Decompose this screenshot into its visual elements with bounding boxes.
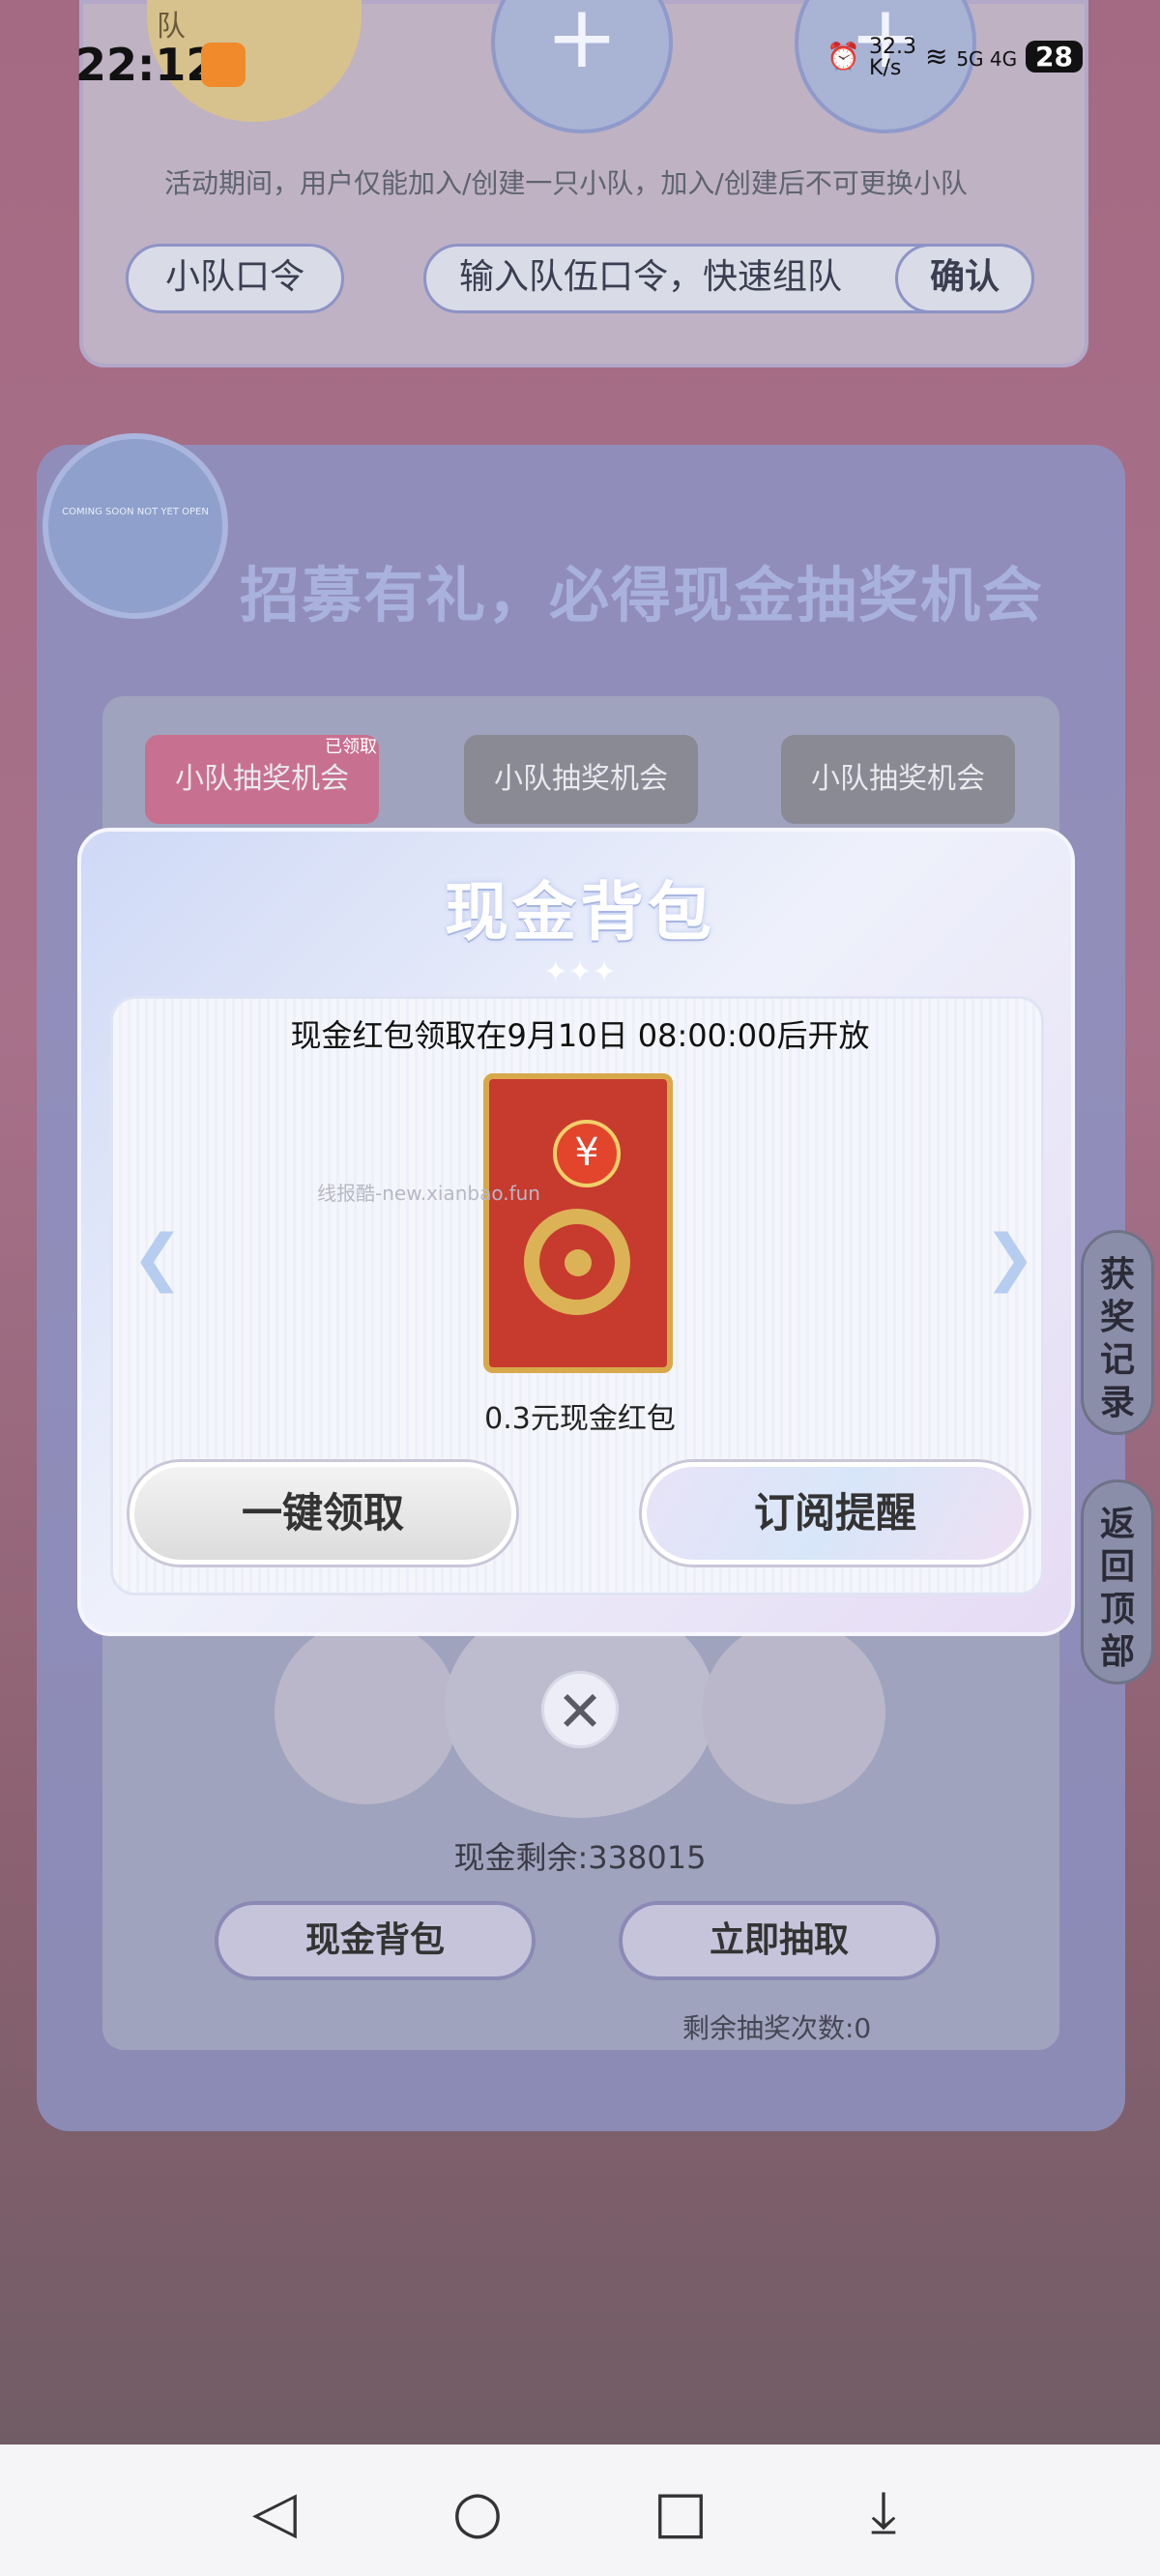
recents-nav-icon[interactable]: □ bbox=[652, 2483, 710, 2541]
back-to-top-tab[interactable]: 返回顶部 bbox=[1081, 1479, 1154, 1684]
subscribe-reminder-button[interactable]: 订阅提醒 bbox=[642, 1462, 1029, 1565]
team-code-placeholder: 输入队伍口令，快速组队 bbox=[459, 257, 843, 297]
next-arrow-icon[interactable]: ❯ bbox=[984, 1222, 1036, 1294]
team-hint: 活动期间，用户仅能加入/创建一只小队，加入/创建后不可更换小队 bbox=[164, 167, 968, 199]
back-to-top-label: 返回顶部 bbox=[1099, 1505, 1135, 1672]
chance-tab-2[interactable]: 小队抽奖机会 bbox=[464, 735, 698, 824]
alarm-icon: ⏰ bbox=[826, 41, 861, 73]
claimed-tag: 已领取 bbox=[325, 737, 377, 757]
battery-icon: 28 bbox=[1026, 41, 1083, 73]
status-time: 22:12 bbox=[75, 39, 218, 91]
status-indicators: ⏰ 32.3 K/s ≋ 5G 4G 28 bbox=[826, 37, 1083, 79]
signal-icon: 5G 4G bbox=[956, 47, 1018, 71]
chance-tab-3[interactable]: 小队抽奖机会 bbox=[781, 735, 1015, 824]
chance-tab-label: 小队抽奖机会 bbox=[811, 762, 985, 796]
system-nav-bar bbox=[0, 2444, 1160, 2576]
home-nav-icon[interactable]: ○ bbox=[449, 2483, 507, 2541]
reward-name: 0.3元现金红包 bbox=[484, 1402, 676, 1436]
prize-coin-right bbox=[702, 1621, 885, 1804]
draw-now-button[interactable]: 立即抽取 bbox=[619, 1901, 940, 1980]
team-code-label: 小队口令 bbox=[126, 244, 344, 313]
remaining-draws: 剩余抽奖次数:0 bbox=[682, 2012, 872, 2044]
claim-all-button[interactable]: 一键领取 bbox=[130, 1462, 516, 1565]
yen-icon: ¥ bbox=[553, 1120, 621, 1187]
chance-tab-label: 小队抽奖机会 bbox=[175, 762, 349, 796]
prize-coin-left bbox=[275, 1621, 458, 1804]
sparkle-decoration: ✦✦✦ bbox=[543, 955, 617, 989]
app-notification-icon bbox=[201, 43, 246, 87]
confirm-button[interactable]: 确认 bbox=[895, 244, 1034, 313]
cash-bag-button[interactable]: 现金背包 bbox=[215, 1901, 536, 1980]
envelope-emblem-dot bbox=[565, 1249, 592, 1276]
prev-arrow-icon[interactable]: ❮ bbox=[131, 1222, 184, 1294]
watermark: 线报酷-new.xianbao.fun bbox=[317, 1182, 540, 1205]
open-time-note: 现金红包领取在9月10日 08:00:00后开放 bbox=[290, 1017, 870, 1054]
cash-remaining: 现金剩余:338015 bbox=[453, 1839, 707, 1876]
recruit-title: 招募有礼，必得现金抽奖机会 bbox=[240, 560, 1045, 630]
wifi-icon: ≋ bbox=[924, 41, 948, 73]
plus-icon: + bbox=[545, 0, 619, 88]
badge-text: COMING SOON NOT YET OPEN bbox=[62, 507, 209, 517]
close-icon[interactable]: ✕ bbox=[541, 1671, 619, 1748]
back-nav-icon[interactable]: ◁ bbox=[246, 2483, 304, 2541]
net-speed: 32.3 K/s bbox=[869, 35, 917, 80]
coming-soon-badge: COMING SOON NOT YET OPEN bbox=[43, 433, 228, 619]
battery-level: 28 bbox=[1035, 41, 1073, 73]
chance-tab-label: 小队抽奖机会 bbox=[494, 762, 668, 796]
menu-nav-icon[interactable]: ⤓ bbox=[855, 2483, 913, 2541]
modal-title: 现金背包 bbox=[445, 875, 715, 950]
chance-tab-1[interactable]: 小队抽奖机会 已领取 bbox=[145, 735, 379, 824]
